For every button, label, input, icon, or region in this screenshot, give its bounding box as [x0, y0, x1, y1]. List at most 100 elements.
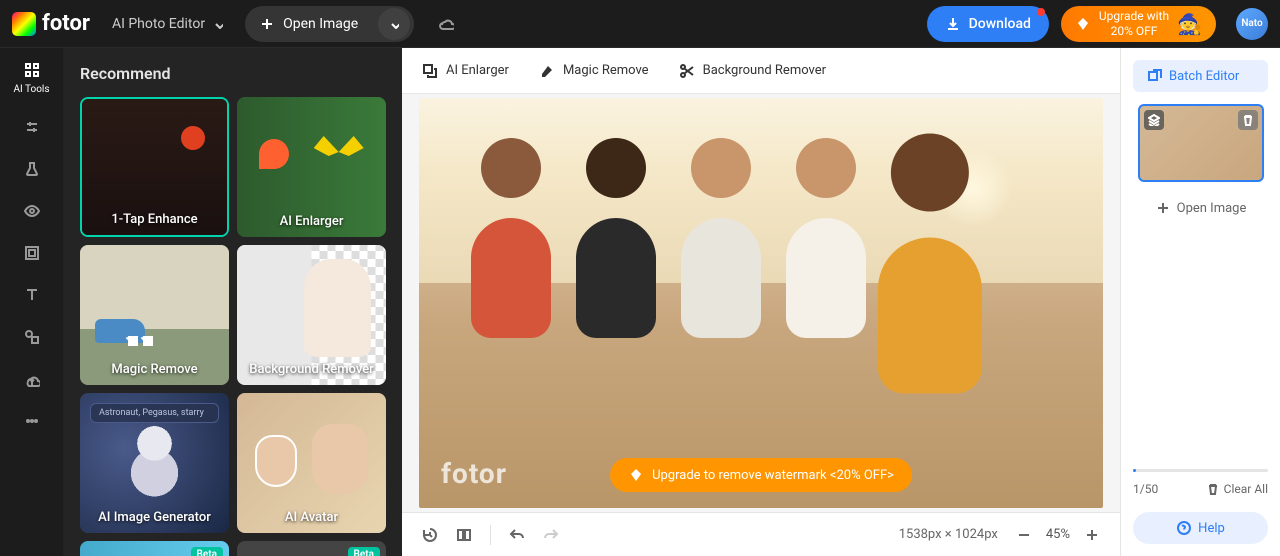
- ai-tools-icon: [22, 60, 42, 80]
- witch-icon: 🧙: [1177, 12, 1202, 36]
- image-count: 1/50: [1133, 482, 1158, 496]
- help-button[interactable]: Help: [1133, 512, 1268, 544]
- plus-icon: [1155, 200, 1171, 216]
- zoom-out-button[interactable]: [1016, 527, 1032, 543]
- card-label: 1-Tap Enhance: [82, 212, 227, 227]
- canvas-toolbar: AI Enlarger Magic Remove Background Remo…: [402, 48, 1120, 94]
- compare-button[interactable]: [456, 527, 472, 543]
- download-icon: [945, 16, 961, 32]
- image-count-progress: [1133, 469, 1268, 472]
- remove-watermark-button[interactable]: Upgrade to remove watermark <20% OFF>: [610, 458, 912, 492]
- tool-magic-remove[interactable]: Magic Remove: [539, 63, 649, 79]
- user-avatar[interactable]: Nato: [1236, 8, 1268, 40]
- app-header: fotor AI Photo Editor Open Image Downloa…: [0, 0, 1280, 48]
- right-panel: Batch Editor Open Image 1/50 Clear All: [1120, 48, 1280, 556]
- clear-all-button[interactable]: Clear All: [1207, 482, 1268, 496]
- cloud-sync-button[interactable]: [438, 14, 454, 34]
- rail-text[interactable]: [8, 285, 56, 305]
- download-label: Download: [969, 16, 1031, 32]
- cloud-up-icon: [22, 369, 42, 389]
- plus-icon: [259, 16, 275, 32]
- zoom-in-button[interactable]: [1084, 527, 1100, 543]
- brand-text: fotor: [42, 11, 90, 36]
- upgrade-line1: Upgrade with: [1099, 9, 1169, 23]
- recommend-panel: Recommend 1-Tap Enhance AI Enlarger Magi…: [64, 48, 402, 556]
- eye-icon: [22, 201, 42, 221]
- delete-thumb-button[interactable]: [1238, 110, 1258, 130]
- minus-icon: [1016, 527, 1032, 543]
- history-icon: [422, 527, 438, 543]
- card-1tap-enhance[interactable]: 1-Tap Enhance: [80, 97, 229, 237]
- rail-ai-tools-label: AI Tools: [13, 84, 49, 95]
- panel-title: Recommend: [80, 64, 386, 83]
- card-label: AI Enlarger: [237, 214, 386, 229]
- rail-ai-tools[interactable]: AI Tools: [8, 60, 56, 95]
- layers-button[interactable]: [1144, 110, 1164, 130]
- rail-frames[interactable]: [8, 243, 56, 263]
- card-ai-image-generator[interactable]: Astronaut, Pegasus, starry AI Image Gene…: [80, 393, 229, 533]
- eraser-icon: [539, 63, 555, 79]
- upgrade-line2: 20% OFF: [1111, 24, 1158, 38]
- scissors-icon: [679, 63, 695, 79]
- help-icon: [1176, 520, 1192, 536]
- dots-icon: [22, 411, 42, 431]
- beta-badge: Beta: [348, 547, 380, 556]
- tool-ai-enlarger[interactable]: AI Enlarger: [422, 63, 509, 79]
- image-thumbnail[interactable]: [1138, 104, 1264, 182]
- trash-icon: [1242, 114, 1254, 126]
- text-icon: [22, 285, 42, 305]
- card-ai-avatar[interactable]: AI Avatar: [237, 393, 386, 533]
- open-image-group: Open Image: [245, 6, 414, 42]
- tool-label: Magic Remove: [563, 63, 649, 78]
- open-image-button[interactable]: Open Image: [259, 16, 368, 32]
- beta-badge: Beta: [191, 547, 223, 556]
- batch-icon: [1147, 68, 1163, 84]
- enlarge-icon: [422, 63, 438, 79]
- card-beta-1[interactable]: Beta: [80, 541, 229, 556]
- diamond-icon: [1075, 16, 1091, 32]
- generator-prompt-chip: Astronaut, Pegasus, starry: [90, 403, 219, 423]
- redo-button[interactable]: [543, 527, 559, 543]
- rail-elements[interactable]: [8, 327, 56, 347]
- rail-more[interactable]: [8, 411, 56, 431]
- undo-icon: [509, 527, 525, 543]
- canvas-footer: 1538px × 1024px 45%: [402, 512, 1120, 556]
- open-image-split-button[interactable]: [378, 8, 410, 40]
- card-ai-enlarger[interactable]: AI Enlarger: [237, 97, 386, 237]
- open-image-right-label: Open Image: [1177, 201, 1247, 216]
- zoom-level: 45%: [1046, 527, 1070, 542]
- rail-beauty[interactable]: [8, 201, 56, 221]
- left-rail: AI Tools: [0, 48, 64, 556]
- sliders-icon: [22, 117, 42, 137]
- upgrade-button[interactable]: Upgrade with 20% OFF 🧙: [1061, 6, 1216, 42]
- trash-icon: [1207, 483, 1220, 496]
- clear-all-label: Clear All: [1224, 482, 1268, 496]
- batch-editor-button[interactable]: Batch Editor: [1133, 60, 1268, 92]
- logo-mark-icon: [12, 12, 36, 36]
- open-image-right-button[interactable]: Open Image: [1133, 192, 1268, 224]
- watermark: fotor: [441, 457, 507, 490]
- card-label: AI Image Generator: [80, 510, 229, 525]
- undo-button[interactable]: [509, 527, 525, 543]
- rail-effects[interactable]: [8, 159, 56, 179]
- mode-dropdown[interactable]: AI Photo Editor: [102, 10, 233, 38]
- brand-logo[interactable]: fotor: [12, 11, 90, 36]
- rail-adjust[interactable]: [8, 117, 56, 137]
- tool-background-remover[interactable]: Background Remover: [679, 63, 826, 79]
- tool-label: AI Enlarger: [446, 63, 509, 78]
- card-magic-remove[interactable]: Magic Remove: [80, 245, 229, 385]
- download-button[interactable]: Download: [927, 6, 1049, 42]
- card-beta-2[interactable]: Beta: [237, 541, 386, 556]
- tool-label: Background Remover: [703, 63, 826, 78]
- rail-upload[interactable]: [8, 369, 56, 389]
- shapes-icon: [22, 327, 42, 347]
- open-image-label: Open Image: [283, 16, 358, 32]
- card-background-remover[interactable]: Background Remover: [237, 245, 386, 385]
- dimensions-label: 1538px × 1024px: [899, 527, 998, 542]
- canvas[interactable]: fotor Upgrade to remove watermark <20% O…: [402, 94, 1120, 512]
- cloud-icon: [438, 14, 454, 30]
- flask-icon: [22, 159, 42, 179]
- upgrade-pill-label: Upgrade to remove watermark <20% OFF>: [652, 468, 894, 483]
- help-label: Help: [1198, 521, 1225, 536]
- history-button[interactable]: [422, 527, 438, 543]
